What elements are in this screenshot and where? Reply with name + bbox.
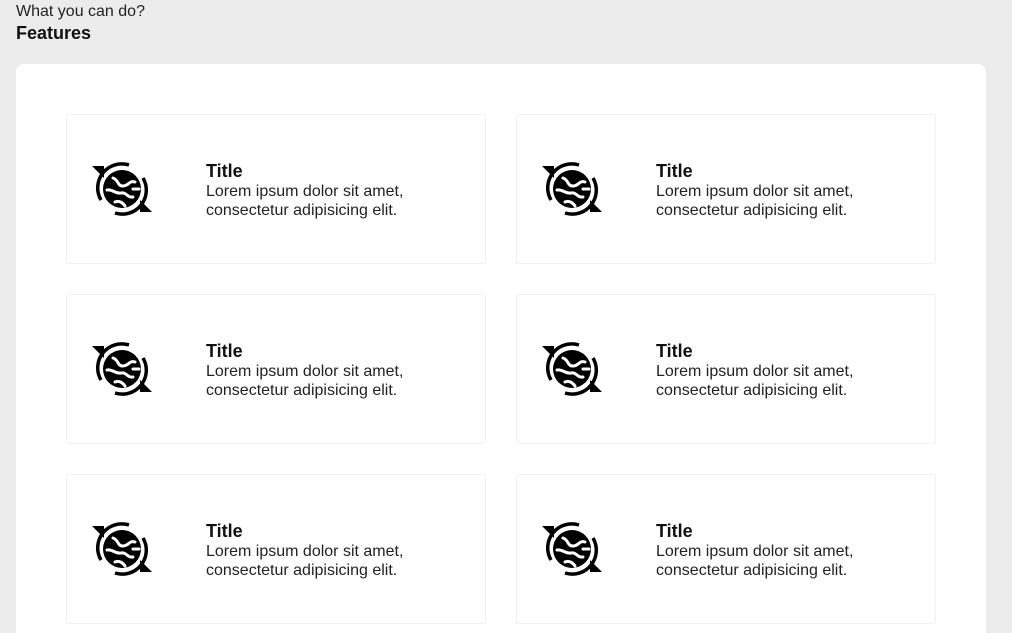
feature-description-line2: consectetur adipisicing elit. — [656, 382, 848, 399]
feature-title: Title — [206, 521, 243, 541]
features-panel: Title Lorem ipsum dolor sit amet, consec… — [16, 64, 986, 633]
section-subtitle: What you can do? — [16, 3, 145, 20]
feature-description-line1: Lorem ipsum dolor sit amet, — [656, 183, 854, 200]
feature-text: Title Lorem ipsum dolor sit amet, consec… — [206, 340, 466, 400]
feature-description-line1: Lorem ipsum dolor sit amet, — [656, 543, 854, 560]
globe-sync-icon — [89, 516, 155, 582]
section-title: Features — [16, 23, 92, 43]
globe-sync-icon — [539, 156, 605, 222]
globe-sync-icon — [539, 336, 605, 402]
feature-title: Title — [206, 341, 243, 361]
feature-card[interactable]: Title Lorem ipsum dolor sit amet, consec… — [66, 294, 486, 444]
feature-card[interactable]: Title Lorem ipsum dolor sit amet, consec… — [66, 114, 486, 264]
page: What you can do? Features Title Lorem ip… — [0, 0, 1012, 633]
feature-description-line1: Lorem ipsum dolor sit amet, — [206, 183, 404, 200]
feature-card[interactable]: Title Lorem ipsum dolor sit amet, consec… — [516, 474, 936, 624]
feature-description-line2: consectetur adipisicing elit. — [656, 562, 848, 579]
feature-card[interactable]: Title Lorem ipsum dolor sit amet, consec… — [516, 114, 936, 264]
globe-sync-icon — [89, 156, 155, 222]
feature-description-line2: consectetur adipisicing elit. — [656, 202, 848, 219]
feature-description-line2: consectetur adipisicing elit. — [206, 562, 398, 579]
feature-card[interactable]: Title Lorem ipsum dolor sit amet, consec… — [516, 294, 936, 444]
feature-description-line1: Lorem ipsum dolor sit amet, — [206, 363, 404, 380]
feature-title: Title — [656, 341, 693, 361]
feature-description-line1: Lorem ipsum dolor sit amet, — [206, 543, 404, 560]
feature-text: Title Lorem ipsum dolor sit amet, consec… — [656, 160, 916, 220]
feature-card[interactable]: Title Lorem ipsum dolor sit amet, consec… — [66, 474, 486, 624]
feature-text: Title Lorem ipsum dolor sit amet, consec… — [206, 160, 466, 220]
feature-text: Title Lorem ipsum dolor sit amet, consec… — [206, 520, 466, 580]
features-grid: Title Lorem ipsum dolor sit amet, consec… — [66, 114, 936, 624]
feature-description-line2: consectetur adipisicing elit. — [206, 202, 398, 219]
feature-description-line2: consectetur adipisicing elit. — [206, 382, 398, 399]
feature-title: Title — [656, 521, 693, 541]
feature-description-line1: Lorem ipsum dolor sit amet, — [656, 363, 854, 380]
feature-title: Title — [656, 161, 693, 181]
globe-sync-icon — [539, 516, 605, 582]
feature-title: Title — [206, 161, 243, 181]
feature-text: Title Lorem ipsum dolor sit amet, consec… — [656, 520, 916, 580]
feature-text: Title Lorem ipsum dolor sit amet, consec… — [656, 340, 916, 400]
globe-sync-icon — [89, 336, 155, 402]
